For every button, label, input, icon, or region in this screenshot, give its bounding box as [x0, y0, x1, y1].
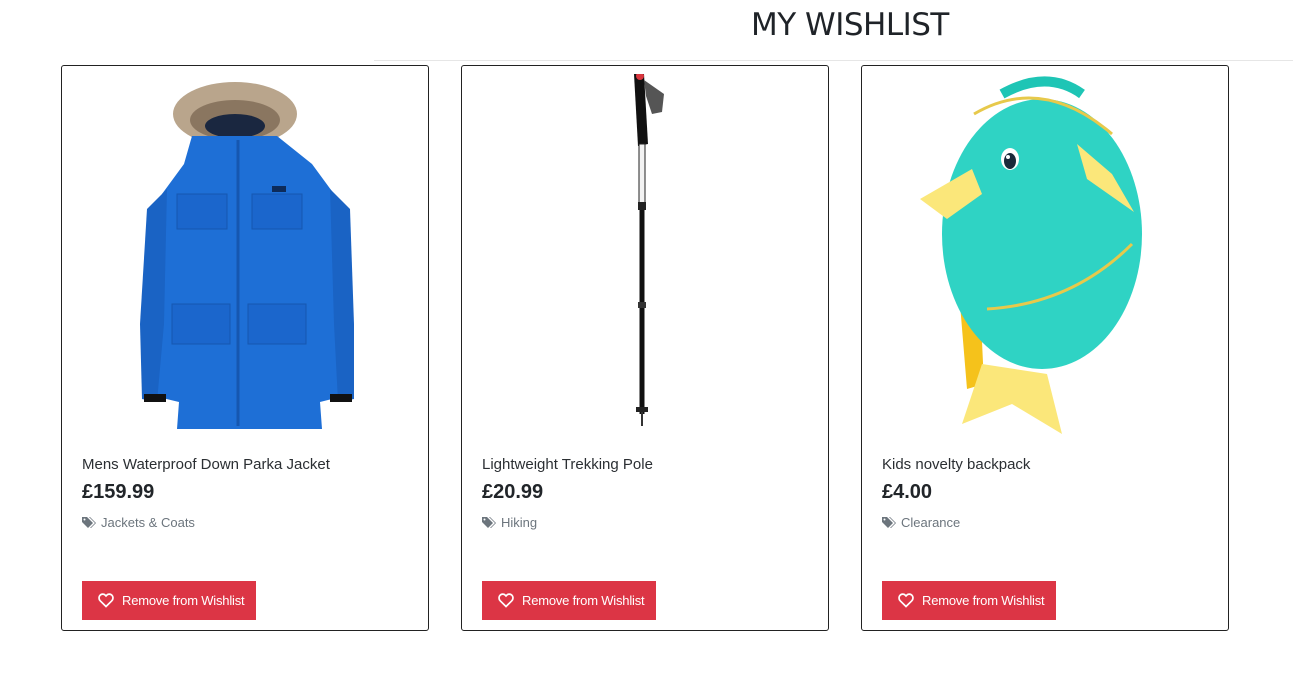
tags-icon — [882, 517, 896, 528]
title-divider — [374, 60, 1293, 61]
product-image-fish-backpack[interactable] — [872, 74, 1218, 436]
product-price: £20.99 — [482, 481, 544, 503]
product-name[interactable]: Mens Waterproof Down Parka Jacket — [82, 456, 330, 473]
wishlist-card: Kids novelty backpack £4.00 Clearance Re… — [861, 65, 1229, 631]
wishlist-card: Mens Waterproof Down Parka Jacket £159.9… — [61, 65, 429, 631]
category-label: Hiking — [501, 515, 538, 530]
product-category[interactable]: Clearance — [882, 515, 960, 530]
product-category[interactable]: Hiking — [482, 515, 537, 530]
wishlist-page: MY WISHLIST Mens Waterproof Down Parka J… — [0, 0, 1293, 693]
remove-from-wishlist-button[interactable]: Remove from Wishlist — [482, 581, 657, 620]
remove-from-wishlist-button[interactable]: Remove from Wishlist — [882, 581, 1057, 620]
product-image-parka[interactable] — [72, 74, 418, 436]
fish-backpack-image — [920, 76, 1142, 434]
product-category[interactable]: Jackets & Coats — [82, 515, 195, 530]
product-name[interactable]: Lightweight Trekking Pole — [482, 456, 653, 473]
page-title: MY WISHLIST — [751, 7, 949, 43]
product-name[interactable]: Kids novelty backpack — [882, 456, 1030, 473]
trekking-pole-image — [634, 74, 664, 426]
category-label: Jackets & Coats — [101, 515, 195, 530]
button-label: Remove from Wishlist — [122, 593, 245, 608]
wishlist-card: Lightweight Trekking Pole £20.99 Hiking … — [461, 65, 829, 631]
remove-from-wishlist-button[interactable]: Remove from Wishlist — [82, 581, 257, 620]
tags-icon — [482, 517, 496, 528]
tags-icon — [82, 517, 96, 528]
parka-jacket-image — [140, 82, 354, 429]
heart-icon — [498, 593, 514, 608]
heart-icon — [898, 593, 914, 608]
product-price: £4.00 — [882, 481, 933, 503]
product-price: £159.99 — [82, 481, 155, 503]
heart-icon — [98, 593, 114, 608]
button-label: Remove from Wishlist — [522, 593, 645, 608]
button-label: Remove from Wishlist — [922, 593, 1045, 608]
product-image-trekking-pole[interactable] — [472, 74, 818, 436]
category-label: Clearance — [901, 515, 961, 530]
